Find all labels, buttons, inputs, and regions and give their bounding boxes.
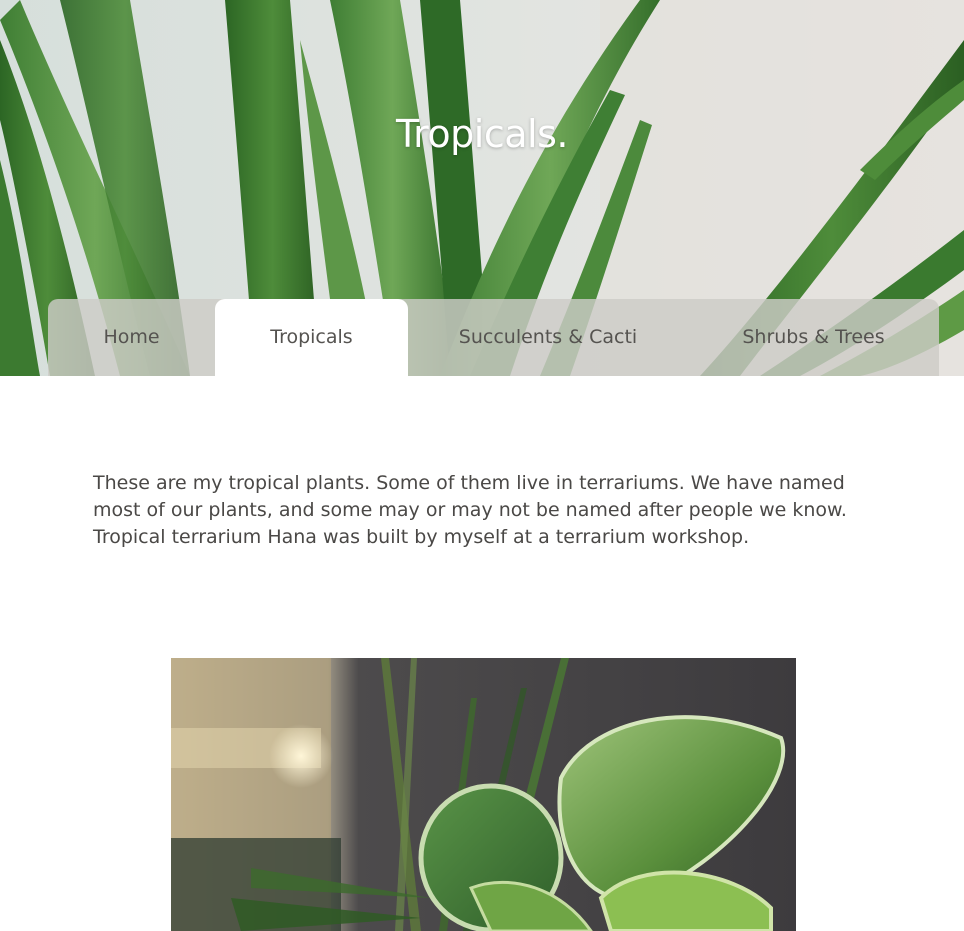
page-title: Tropicals. (396, 112, 568, 156)
plant-photo (171, 658, 796, 931)
plant-photo-image (171, 658, 796, 931)
hero-banner: Tropicals. Home Tropicals Succulents & C… (0, 0, 964, 376)
nav-item-home[interactable]: Home (48, 299, 215, 376)
main-nav: Home Tropicals Succulents & Cacti Shrubs… (48, 299, 939, 376)
intro-paragraph: These are my tropical plants. Some of th… (93, 472, 847, 548)
nav-item-succulents-cacti[interactable]: Succulents & Cacti (408, 299, 688, 376)
nav-item-shrubs-trees[interactable]: Shrubs & Trees (688, 299, 939, 376)
nav-item-tropicals[interactable]: Tropicals (215, 299, 408, 376)
